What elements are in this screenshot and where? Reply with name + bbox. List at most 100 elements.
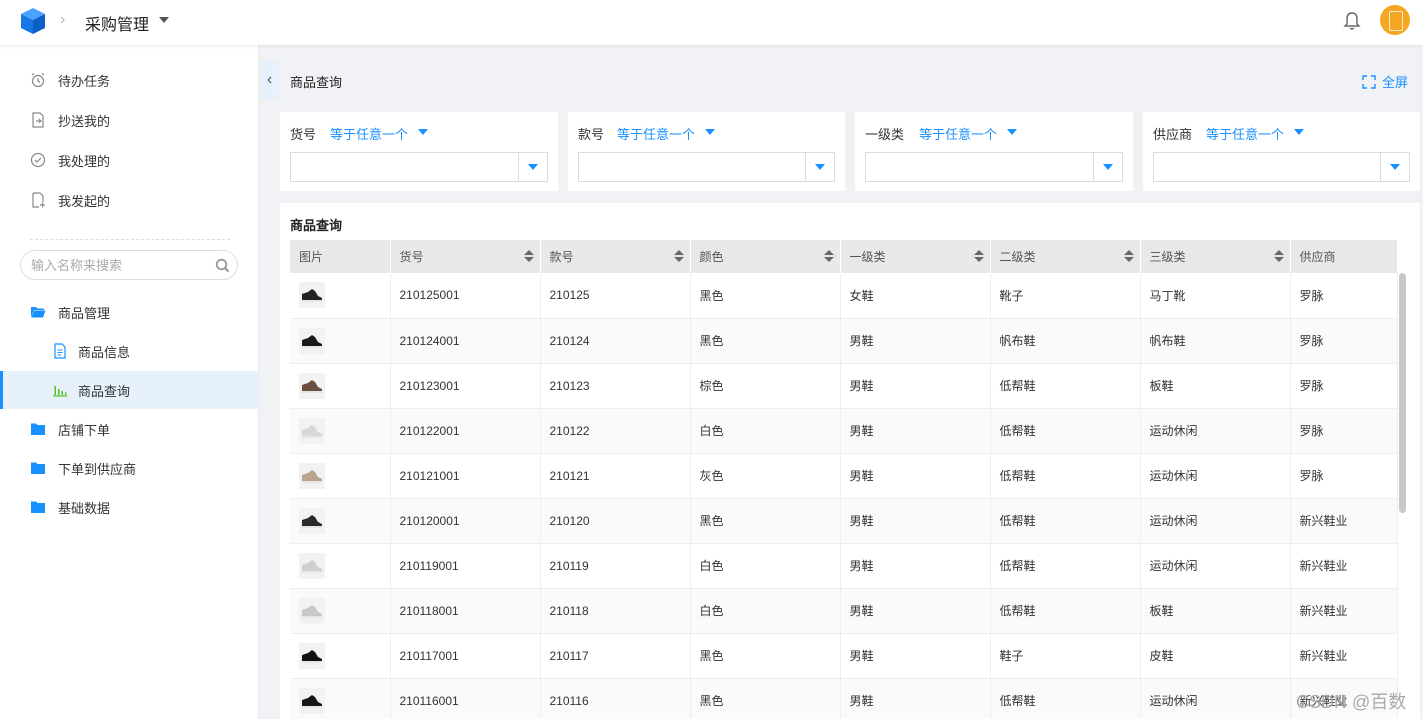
shoe-icon (302, 649, 322, 663)
product-thumbnail[interactable] (299, 507, 325, 534)
filter-operator[interactable]: 等于任意一个 (919, 124, 997, 143)
cell-cat2: 鞋子 (990, 633, 1141, 679)
sidebar-item-store-order[interactable]: 店铺下单 (0, 410, 259, 448)
page-title: 商品查询 (290, 75, 343, 90)
table-row[interactable]: 210123001 210123 棕色 男鞋 低帮鞋 板鞋 罗脉 (290, 363, 1398, 409)
table-row[interactable]: 210117001 210117 黑色 男鞋 鞋子 皮鞋 新兴鞋业 (290, 633, 1398, 679)
table-row[interactable]: 210124001 210124 黑色 男鞋 帆布鞋 帆布鞋 罗脉 (290, 318, 1398, 364)
cell-cat2: 低帮鞋 (990, 453, 1141, 499)
caret-down-icon[interactable] (1294, 129, 1304, 135)
product-thumbnail[interactable] (299, 327, 325, 354)
sort-icon[interactable] (673, 250, 684, 263)
product-thumbnail[interactable] (299, 687, 325, 714)
column-header-sku[interactable]: 货号 (390, 240, 541, 273)
dropdown-button[interactable] (805, 153, 834, 181)
filter-input[interactable] (872, 158, 1092, 176)
cell-style: 210125 (540, 273, 691, 319)
cell-cat3: 运动休闲 (1140, 498, 1291, 544)
search-icon[interactable] (215, 258, 230, 273)
cell-style: 210118 (540, 588, 691, 634)
filter-operator[interactable]: 等于任意一个 (1206, 124, 1284, 143)
filter-select[interactable] (1153, 152, 1410, 182)
cell-color: 黑色 (690, 633, 841, 679)
product-thumbnail[interactable] (299, 642, 325, 669)
sort-icon[interactable] (523, 250, 534, 263)
product-thumbnail[interactable] (299, 552, 325, 579)
filter-operator[interactable]: 等于任意一个 (330, 124, 408, 143)
cell-cat3: 板鞋 (1140, 588, 1291, 634)
caret-down-icon[interactable] (159, 17, 169, 23)
filter-input[interactable] (1160, 158, 1380, 176)
shoe-icon (302, 559, 322, 573)
sort-icon[interactable] (1273, 250, 1284, 263)
sidebar-item-label: 商品管理 (58, 305, 111, 321)
bell-icon[interactable] (1343, 11, 1361, 31)
sidebar-item-handled[interactable]: 我处理的 (0, 141, 259, 179)
filter-select[interactable] (290, 152, 548, 182)
product-thumbnail[interactable] (299, 417, 325, 444)
filter-label: 供应商 (1153, 127, 1193, 142)
table-row[interactable]: 210125001 210125 黑色 女鞋 靴子 马丁靴 罗脉 (290, 273, 1398, 319)
column-header-category3[interactable]: 三级类 (1140, 240, 1291, 273)
product-thumbnail[interactable] (299, 462, 325, 489)
column-header-category1[interactable]: 一级类 (840, 240, 991, 273)
filter-operator[interactable]: 等于任意一个 (617, 124, 695, 143)
caret-down-icon[interactable] (705, 129, 715, 135)
collapse-sidebar-button[interactable]: ‹ (260, 60, 279, 100)
sidebar-item-product-query[interactable]: 商品查询 (0, 371, 259, 409)
table-row[interactable]: 210118001 210118 白色 男鞋 低帮鞋 板鞋 新兴鞋业 (290, 588, 1398, 634)
dropdown-button[interactable] (1380, 153, 1409, 181)
app-title[interactable]: 采购管理 (85, 11, 149, 35)
caret-down-icon[interactable] (418, 129, 428, 135)
column-header-color[interactable]: 颜色 (690, 240, 841, 273)
cell-style: 210116 (540, 678, 691, 719)
product-image-cell (290, 678, 391, 719)
cell-cat2: 低帮鞋 (990, 543, 1141, 589)
cell-style: 210122 (540, 408, 691, 454)
cube-logo-icon[interactable] (20, 7, 46, 35)
cell-cat3: 运动休闲 (1140, 408, 1291, 454)
cell-color: 棕色 (690, 363, 841, 409)
filter-select[interactable] (578, 152, 835, 182)
table-panel: 商品查询 图片 货号 款号 颜色 一级类 二级类 三级类 供应商 2101250… (280, 203, 1420, 719)
sidebar-item-todo[interactable]: 待办任务 (0, 61, 259, 99)
filter-label: 款号 (578, 127, 605, 142)
table-row[interactable]: 210116001 210116 黑色 男鞋 低帮鞋 运动休闲 新兴鞋业 (290, 678, 1398, 719)
sidebar-item-product-info[interactable]: 商品信息 (0, 332, 259, 370)
sidebar-item-initiated[interactable]: 我发起的 (0, 181, 259, 219)
column-header-style[interactable]: 款号 (540, 240, 691, 273)
caret-down-icon[interactable] (1007, 129, 1017, 135)
sort-icon[interactable] (823, 250, 834, 263)
dropdown-button[interactable] (1093, 153, 1122, 181)
column-header-category2[interactable]: 二级类 (990, 240, 1141, 273)
sidebar-item-product-mgmt[interactable]: 商品管理 (0, 293, 259, 331)
table-row[interactable]: 210122001 210122 白色 男鞋 低帮鞋 运动休闲 罗脉 (290, 408, 1398, 454)
sidebar-item-cc[interactable]: 抄送我的 (0, 101, 259, 139)
avatar[interactable] (1380, 5, 1410, 35)
filter-input[interactable] (585, 158, 805, 176)
filter-select[interactable] (865, 152, 1123, 182)
table-row[interactable]: 210119001 210119 白色 男鞋 低帮鞋 运动休闲 新兴鞋业 (290, 543, 1398, 589)
product-thumbnail[interactable] (299, 282, 325, 309)
fullscreen-button[interactable]: 全屏 (1362, 72, 1408, 91)
cell-cat1: 男鞋 (840, 318, 991, 364)
cell-style: 210119 (540, 543, 691, 589)
shoe-icon (302, 604, 322, 618)
product-image-cell (290, 543, 391, 589)
table-row[interactable]: 210120001 210120 黑色 男鞋 低帮鞋 运动休闲 新兴鞋业 (290, 498, 1398, 544)
sidebar-search-input[interactable] (31, 256, 211, 274)
cell-color: 黑色 (690, 273, 841, 319)
product-image-cell (290, 453, 391, 499)
sidebar-item-supplier-order[interactable]: 下单到供应商 (0, 449, 259, 487)
sidebar-item-base-data[interactable]: 基础数据 (0, 488, 259, 526)
table-scrollbar[interactable] (1399, 273, 1406, 513)
table-row[interactable]: 210121001 210121 灰色 男鞋 低帮鞋 运动休闲 罗脉 (290, 453, 1398, 499)
sort-icon[interactable] (973, 250, 984, 263)
sort-icon[interactable] (1123, 250, 1134, 263)
product-thumbnail[interactable] (299, 372, 325, 399)
dropdown-button[interactable] (518, 153, 547, 181)
sidebar-item-label: 店铺下单 (58, 422, 111, 438)
cell-cat1: 女鞋 (840, 273, 991, 319)
product-thumbnail[interactable] (299, 597, 325, 624)
filter-input[interactable] (297, 158, 517, 176)
